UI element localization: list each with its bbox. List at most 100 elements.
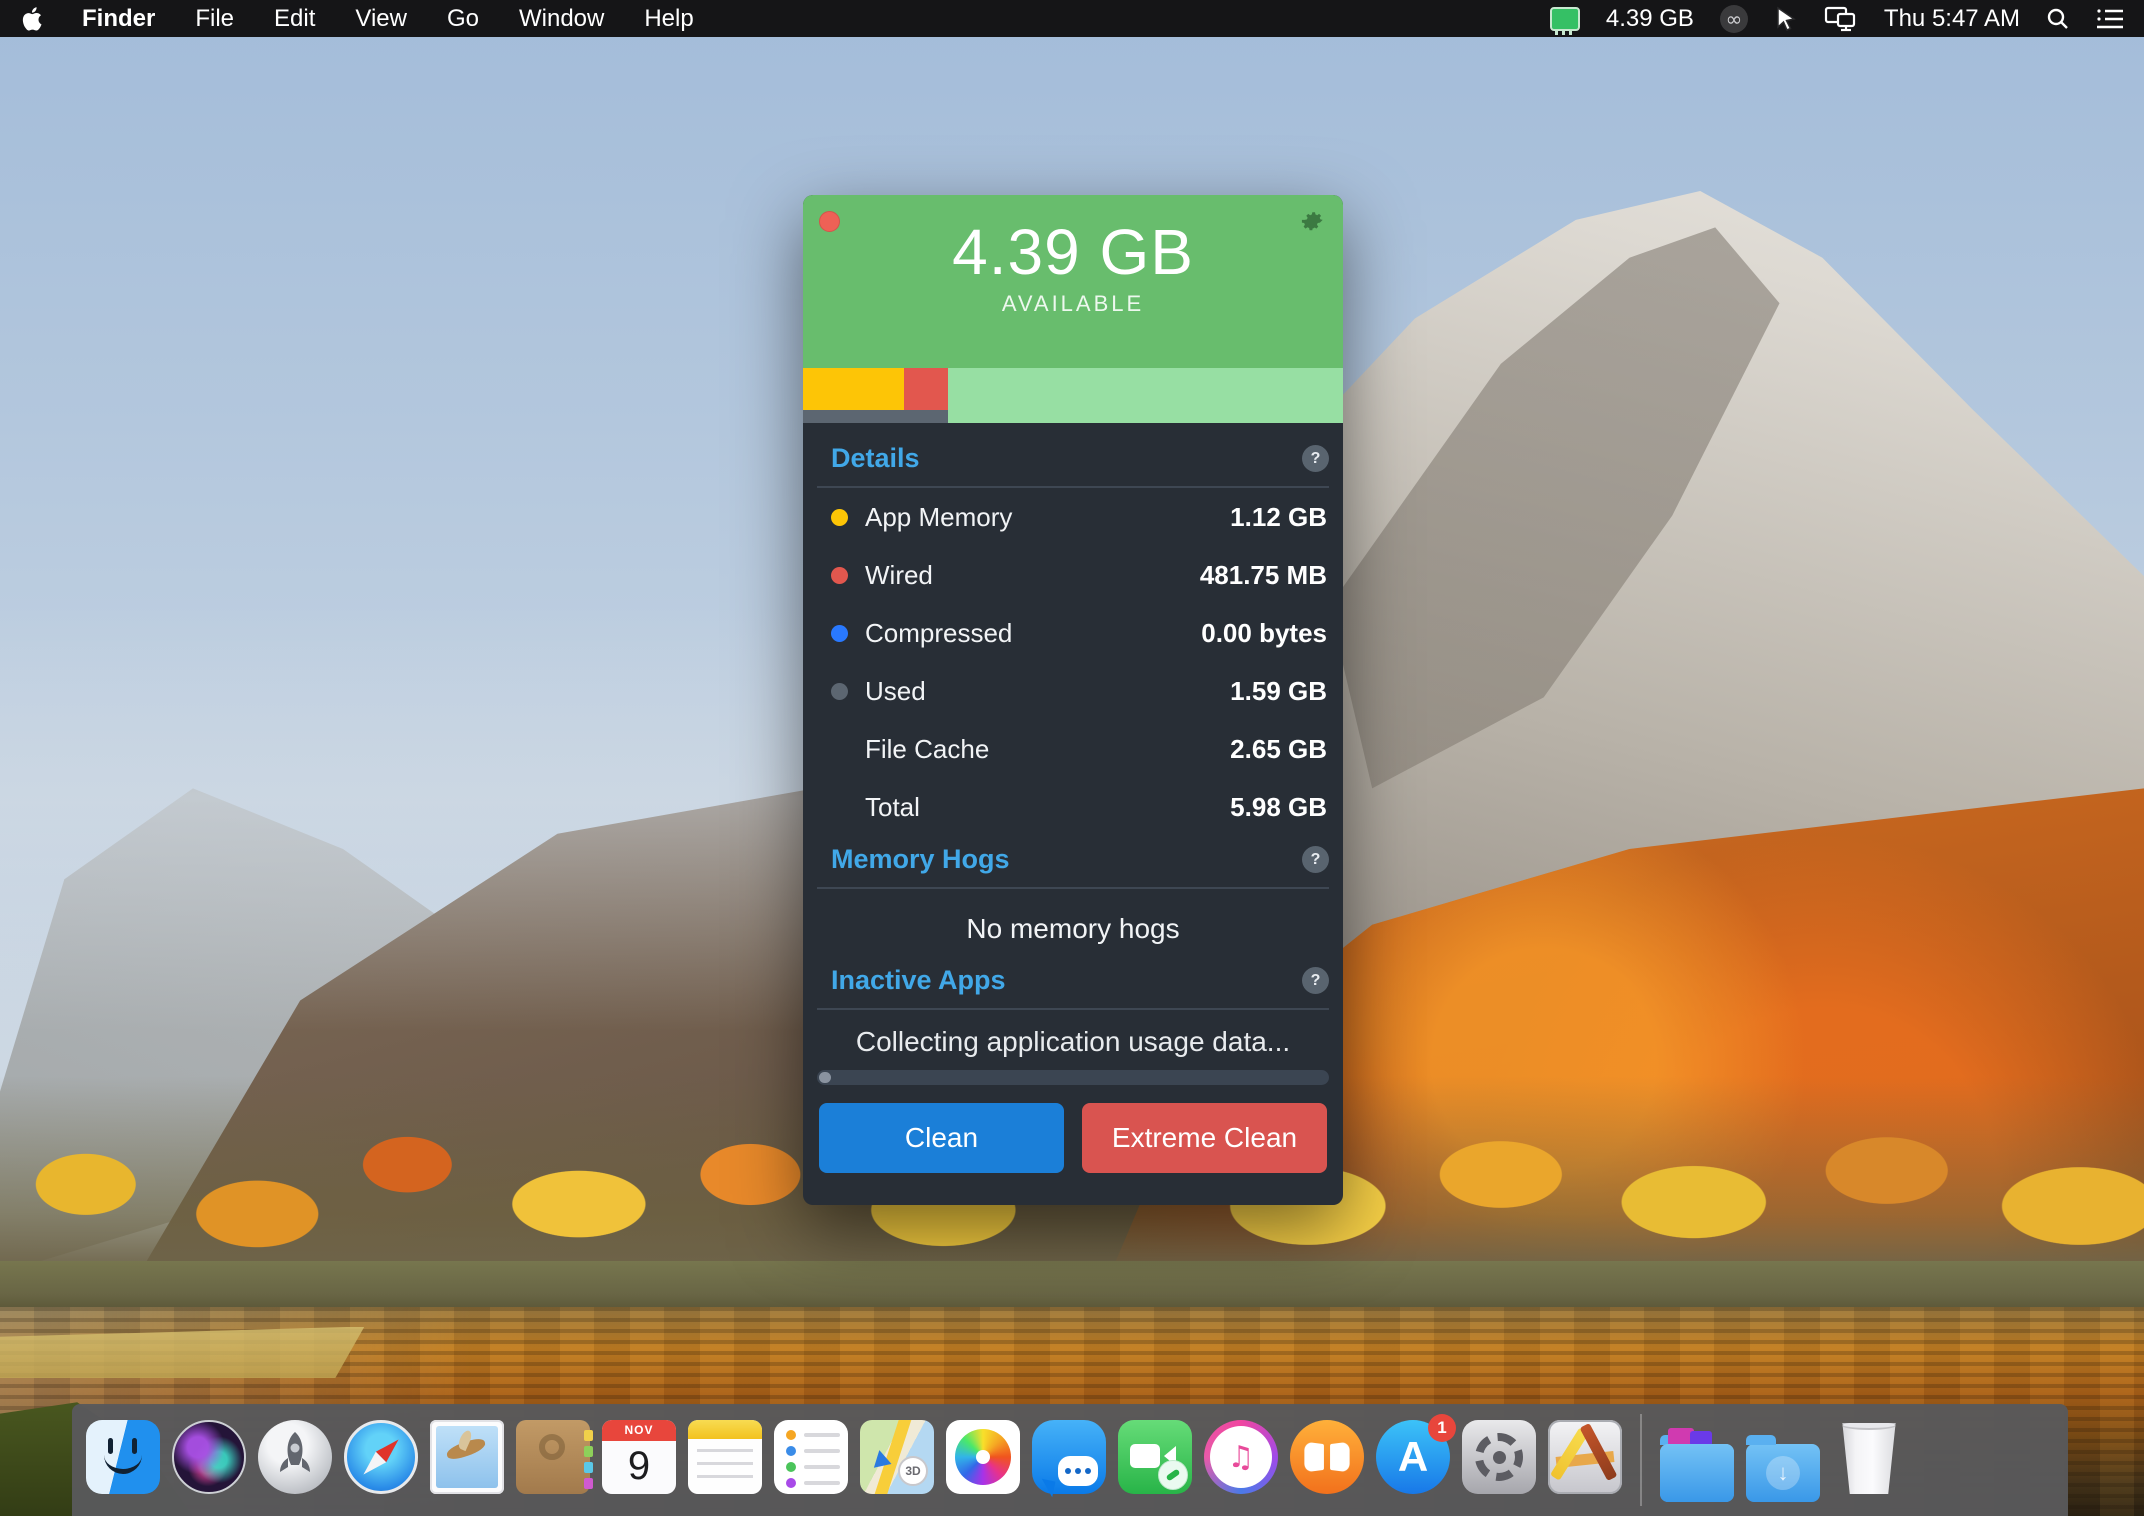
dock-documents-stack[interactable] <box>1660 1428 1734 1502</box>
dock-messages-icon[interactable] <box>1032 1420 1106 1498</box>
notification-center-icon[interactable] <box>2096 8 2124 30</box>
progress-indicator <box>819 1072 831 1083</box>
menu-window[interactable]: Window <box>519 5 604 33</box>
extreme-clean-button[interactable]: Extreme Clean <box>1082 1103 1327 1173</box>
trash-rim <box>1842 1422 1896 1430</box>
spotlight-icon[interactable] <box>2046 7 2070 31</box>
details-help-button[interactable]: ? <box>1302 445 1329 472</box>
contacts-tab <box>584 1446 593 1457</box>
menu-edit[interactable]: Edit <box>274 5 315 33</box>
memory-hogs-empty-message: No memory hogs <box>966 913 1180 944</box>
settings-gear-icon[interactable] <box>1299 209 1327 237</box>
menubar-memory-value[interactable]: 4.39 GB <box>1606 5 1694 33</box>
dock-app-store-icon[interactable]: A 1 <box>1376 1414 1456 1494</box>
row-label: App Memory <box>865 501 1013 532</box>
dock-system-preferences-icon[interactable] <box>1462 1420 1536 1494</box>
dock-calendar-icon[interactable]: NOV 9 <box>602 1420 676 1494</box>
notes-yellow-strip <box>688 1420 762 1439</box>
calendar-day: 9 <box>627 1444 651 1488</box>
dock-launchpad-icon[interactable] <box>258 1420 332 1494</box>
dock-downloads-folder[interactable]: ↓ <box>1746 1435 1820 1502</box>
menu-help[interactable]: Help <box>644 5 693 33</box>
dock: NOV 9 3D ♫ A 1 ↓ <box>72 1404 2068 1516</box>
memory-hogs-help-button[interactable]: ? <box>1302 846 1329 873</box>
notes-line <box>697 1462 753 1465</box>
row-label: Used <box>865 675 926 706</box>
reminders-line <box>804 1449 840 1453</box>
menu-bar: Finder File Edit View Go Window Help 4.3… <box>0 0 2144 37</box>
available-memory-value: 4.39 GB <box>952 216 1194 288</box>
download-arrow-icon: ↓ <box>1766 1456 1800 1490</box>
menu-file[interactable]: File <box>195 5 234 33</box>
detail-row-file-cache: File Cache 2.65 GB <box>803 720 1343 778</box>
used-dot-icon <box>831 682 848 700</box>
dock-ibooks-icon[interactable] <box>1290 1420 1364 1494</box>
dock-photos-icon[interactable] <box>946 1420 1020 1494</box>
row-value: 1.59 GB <box>1230 675 1327 706</box>
reminders-bullet <box>786 1446 796 1456</box>
available-memory-label: AVAILABLE <box>1001 291 1145 317</box>
details-title: Details <box>831 443 920 473</box>
menu-go[interactable]: Go <box>447 5 479 33</box>
row-label: Total <box>865 791 920 822</box>
pointer-icon[interactable] <box>1774 6 1798 32</box>
memory-hogs-title: Memory Hogs <box>831 844 1010 874</box>
apple-menu-icon[interactable] <box>20 6 42 32</box>
creative-cloud-icon[interactable]: ∞ <box>1719 4 1748 33</box>
row-value: 2.65 GB <box>1230 733 1327 764</box>
close-button[interactable] <box>819 211 840 232</box>
contacts-tab <box>584 1462 593 1473</box>
calendar-month: NOV <box>602 1420 676 1441</box>
facetime-handset-badge <box>1158 1460 1188 1490</box>
folder-front <box>1660 1444 1734 1502</box>
displays-icon[interactable] <box>1824 6 1858 32</box>
dock-safari-icon[interactable] <box>344 1420 418 1494</box>
sysprefs-gear-icon <box>1475 1433 1523 1481</box>
dock-maps-icon[interactable]: 3D <box>860 1420 934 1494</box>
row-value: 481.75 MB <box>1199 559 1327 590</box>
folder-tab <box>1746 1435 1776 1445</box>
reminders-bullet <box>786 1462 796 1472</box>
reminders-line <box>804 1465 840 1469</box>
messages-inner-bubble <box>1058 1456 1098 1486</box>
reminders-line <box>804 1481 840 1485</box>
ibooks-page <box>1304 1441 1324 1473</box>
menubar-clock[interactable]: Thu 5:47 AM <box>1884 5 2020 33</box>
inactive-apps-help-button[interactable]: ? <box>1302 967 1329 994</box>
menu-view[interactable]: View <box>355 5 407 33</box>
dock-mail-icon[interactable] <box>430 1420 504 1494</box>
memory-chip-icon[interactable] <box>1549 6 1580 35</box>
dock-itunes-icon[interactable]: ♫ <box>1204 1420 1278 1494</box>
collecting-status-message: Collecting application usage data... <box>855 1026 1291 1057</box>
ibooks-page <box>1330 1441 1350 1473</box>
facetime-camera <box>1130 1444 1160 1468</box>
dock-facetime-icon[interactable] <box>1118 1420 1192 1494</box>
row-value: 1.12 GB <box>1230 501 1327 532</box>
details-rows: App Memory 1.12 GB Wired 481.75 MB Compr… <box>803 488 1343 836</box>
dock-notes-icon[interactable] <box>688 1420 762 1494</box>
finder-smile <box>104 1454 142 1474</box>
dock-contacts-icon[interactable] <box>516 1420 593 1494</box>
detail-row-compressed: Compressed 0.00 bytes <box>803 604 1343 662</box>
maps-3d-badge: 3D <box>898 1456 928 1486</box>
dock-separator <box>1640 1414 1642 1506</box>
reminders-bullet <box>786 1478 796 1488</box>
row-label: File Cache <box>865 733 990 764</box>
app-store-badge: 1 <box>1428 1414 1456 1442</box>
desktop: Finder File Edit View Go Window Help 4.3… <box>0 0 2144 1516</box>
wired-dot-icon <box>831 566 848 584</box>
detail-row-used: Used 1.59 GB <box>803 662 1343 720</box>
dock-generic-app-icon[interactable] <box>1548 1420 1622 1494</box>
detail-row-total: Total 5.98 GB <box>803 778 1343 836</box>
photos-flower-center <box>976 1450 990 1464</box>
dock-trash-icon[interactable] <box>1842 1422 1896 1494</box>
menu-app-name[interactable]: Finder <box>82 5 155 33</box>
compressed-dot-icon <box>831 624 848 642</box>
dock-reminders-icon[interactable] <box>774 1420 848 1494</box>
window-header: 4.39 GB AVAILABLE <box>803 195 1343 368</box>
clean-button[interactable]: Clean <box>819 1103 1064 1173</box>
dock-finder-icon[interactable] <box>86 1420 160 1494</box>
dock-siri-icon[interactable] <box>172 1420 246 1494</box>
row-label: Wired <box>865 559 933 590</box>
bar-segment-wired <box>903 368 948 410</box>
